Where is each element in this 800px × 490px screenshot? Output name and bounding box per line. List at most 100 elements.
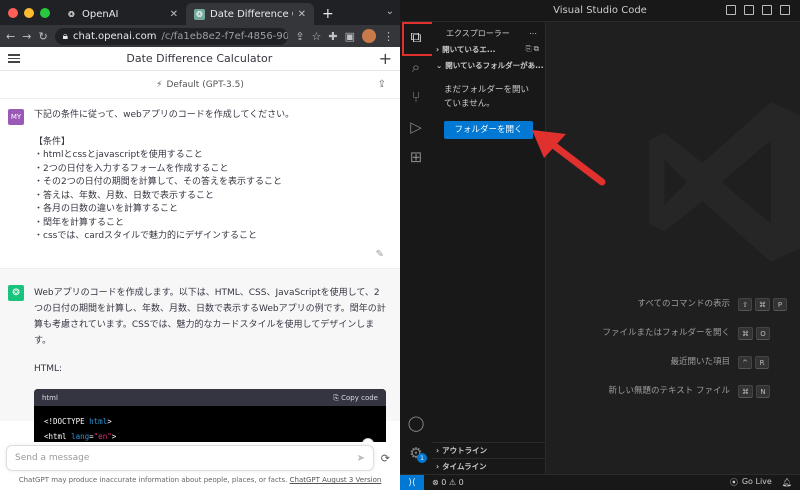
chatgpt-logo-icon: ❂ — [8, 285, 24, 301]
copy-code-button[interactable]: ⎘ Copy code — [333, 390, 378, 406]
toggle-sidebar-icon[interactable] — [726, 5, 736, 15]
code-token: "en" — [93, 432, 112, 441]
code-token: > — [107, 417, 112, 426]
assistant-message: ❂ Webアプリのコードを作成します。以下は、HTML、CSS、JavaScri… — [0, 269, 400, 469]
open-folder-button[interactable]: フォルダーを開く — [444, 121, 533, 139]
user-message: MY 下記の条件に従って、webアプリのコードを作成してください。 【条件】 ・… — [0, 99, 400, 269]
user-line: ・各月の日数の違いを計算すること — [34, 204, 179, 214]
chat-header: Date Difference Calculator + — [0, 47, 400, 71]
user-line: ・cssでは、cardスタイルで魅力的にデザインすること — [34, 231, 258, 241]
close-tab-icon[interactable]: ✕ — [170, 9, 178, 20]
status-bar: ⟩⟨ ⊗ 0 ⚠ 0 ⦿ Go Live 🔔︎ — [400, 474, 800, 490]
chevron-right-icon: › — [436, 446, 440, 455]
search-icon[interactable]: ⌕ — [400, 52, 432, 82]
close-window-button[interactable] — [8, 7, 18, 18]
problems-indicator[interactable]: ⊗ 0 ⚠ 0 — [424, 478, 464, 487]
vscode-logo-watermark — [649, 102, 800, 262]
key-cap: O — [756, 327, 770, 340]
new-chat-plus-icon[interactable]: + — [379, 49, 392, 68]
timeline-section[interactable]: › タイムライン — [432, 458, 545, 474]
source-control-icon[interactable]: ⑂ — [400, 82, 432, 112]
tab-search-icon[interactable]: ⌄ — [386, 6, 394, 17]
assistant-message-body: Webアプリのコードを作成します。以下は、HTML、CSS、JavaScript… — [34, 285, 386, 469]
notifications-bell-icon[interactable]: 🔔︎ — [782, 478, 800, 487]
extensions-icon[interactable]: ✚ — [328, 30, 337, 43]
go-live-label: Go Live — [741, 477, 772, 486]
chevron-down-icon: ⌄ — [436, 60, 443, 70]
send-icon[interactable]: ➤ — [357, 453, 365, 464]
message-placeholder: Send a message — [15, 453, 90, 463]
section-label: タイムライン — [442, 462, 487, 471]
reload-icon[interactable]: ↻ — [38, 30, 47, 43]
explorer-icon[interactable]: ⧉ — [400, 22, 434, 56]
share-chat-icon[interactable]: ⇪ — [378, 79, 386, 90]
key-cap: N — [756, 385, 770, 398]
close-tab-icon[interactable]: ✕ — [298, 9, 306, 20]
account-icon[interactable]: ◯ — [400, 408, 432, 438]
manage-gear-icon[interactable]: ⚙ 1 — [400, 438, 432, 468]
tab-openai[interactable]: ❂ OpenAI ✕ — [58, 3, 186, 25]
edit-message-icon[interactable]: ✎ — [376, 249, 384, 260]
tab-date-calculator[interactable]: ❂ Date Difference Calculator ✕ — [186, 3, 314, 25]
openai-icon: ❂ — [68, 9, 75, 19]
remote-indicator-icon[interactable]: ⟩⟨ — [400, 474, 424, 490]
sidepanel-icon[interactable]: ▣ — [345, 30, 355, 43]
extensions-icon[interactable]: ⊞ — [400, 142, 432, 172]
code-token: > — [111, 432, 117, 441]
tab-strip: ❂ OpenAI ✕ ❂ Date Difference Calculator … — [0, 0, 400, 25]
profile-avatar[interactable] — [362, 29, 376, 43]
code-token: <!DOCTYPE — [44, 417, 90, 426]
run-debug-icon[interactable]: ▷ — [400, 112, 432, 142]
code-language: html — [42, 393, 58, 402]
model-name: Default (GPT-3.5) — [166, 79, 244, 90]
menu-icon[interactable]: ⋮ — [383, 30, 394, 43]
code-block-header: html ⎘ Copy code — [34, 389, 386, 406]
address-bar[interactable]: 🔒︎ chat.openai.com/c/fa1eb8e2-f7ef-4856-… — [54, 27, 289, 45]
user-line: ・答えは、年数、月数、日数で表示すること — [34, 190, 215, 201]
forward-icon[interactable]: → — [22, 30, 31, 43]
assistant-text: Webアプリのコードを作成します。以下は、HTML、CSS、JavaScript… — [34, 288, 386, 346]
user-message-text: 下記の条件に従って、webアプリのコードを作成してください。 【条件】 ・htm… — [34, 109, 294, 262]
broadcast-icon: ⦿ — [729, 478, 738, 487]
no-folder-section[interactable]: ⌄ 開いているフォルダーがあ... — [432, 57, 545, 73]
version-link[interactable]: ChatGPT August 3 Version — [290, 476, 382, 484]
composer: Send a message ➤ ⟳ ChatGPT may produce i… — [0, 442, 400, 490]
regenerate-icon[interactable]: ⟳ — [381, 452, 390, 465]
window-controls — [0, 0, 58, 25]
layout-controls — [726, 5, 790, 15]
back-icon[interactable]: ← — [6, 30, 15, 43]
outline-section[interactable]: › アウトライン — [432, 442, 545, 458]
toggle-secondary-sidebar-icon[interactable] — [762, 5, 772, 15]
minimize-window-button[interactable] — [24, 7, 34, 18]
section-actions-icons[interactable]: ⎘⧉ — [526, 44, 541, 54]
chatgpt-icon: ❂ — [194, 8, 205, 20]
toolbar: ← → ↻ 🔒︎ chat.openai.com/c/fa1eb8e2-f7ef… — [0, 25, 400, 47]
window-title: Visual Studio Code — [553, 5, 647, 16]
code-token: html — [89, 417, 108, 426]
user-line: ・htmlとcssとjavascriptを使用すること — [34, 150, 203, 160]
key-cap: ⇧ — [738, 298, 752, 311]
code-section-label: HTML: — [34, 364, 63, 374]
more-actions-icon[interactable]: ⋯ — [529, 29, 537, 38]
chevron-right-icon: › — [436, 44, 440, 54]
user-line: 下記の条件に従って、webアプリのコードを作成してください。 — [34, 110, 295, 120]
toggle-panel-icon[interactable] — [744, 5, 754, 15]
go-live-button[interactable]: ⦿ Go Live — [730, 477, 782, 488]
maximize-window-button[interactable] — [40, 7, 50, 18]
hamburger-menu-icon[interactable] — [8, 54, 20, 63]
key-cap: ⌘ — [755, 298, 770, 311]
new-tab-button[interactable]: + — [314, 6, 342, 25]
disclaimer-text: ChatGPT may produce inaccurate informati… — [18, 476, 288, 484]
tab-label: OpenAI — [82, 8, 119, 20]
user-avatar: MY — [8, 109, 24, 125]
key-cap: ^ — [738, 356, 752, 369]
share-icon[interactable]: ⇪ — [295, 30, 304, 43]
no-folder-body: まだフォルダーを開いていません。 フォルダーを開く — [432, 73, 545, 149]
message-input[interactable]: Send a message ➤ — [6, 445, 374, 471]
vscode-window: Visual Studio Code ⧉ ⌕ ⑂ ▷ ⊞ ◯ ⚙ 1 エクスプロー… — [400, 0, 800, 490]
open-editors-section[interactable]: › 開いているエ... ⎘⧉ — [432, 41, 545, 57]
customize-layout-icon[interactable] — [780, 5, 790, 15]
hint-label: 最近開いた項目 — [670, 357, 730, 367]
bookmark-icon[interactable]: ☆ — [312, 30, 322, 43]
hint-label: ファイルまたはフォルダーを開く — [602, 328, 730, 338]
